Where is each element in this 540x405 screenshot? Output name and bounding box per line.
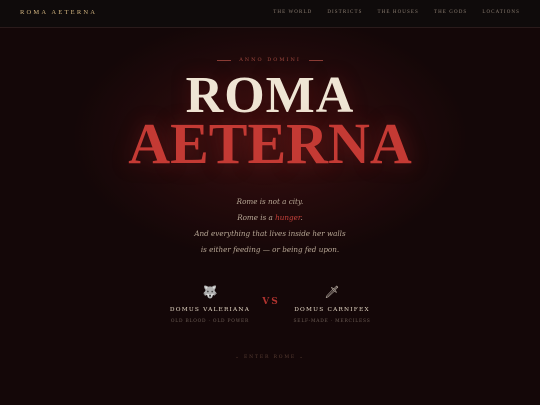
nav-link-districts[interactable]: DISTRICTS (327, 10, 362, 15)
hero-title-line-2: AETERNA (128, 111, 412, 176)
house-name-valeriana: DOMUS VALERIANA (169, 307, 251, 313)
hero-eyebrow: ANNO DOMINI (0, 57, 540, 63)
house-tagline-carnifex: SELF-MADE · MERCILESS (293, 319, 371, 324)
intro-poem: Rome is not a city. Rome is a hunger. An… (0, 194, 540, 258)
poem-line-1: Rome is not a city. (236, 197, 304, 206)
house-card-carnifex[interactable]: 🗡 DOMUS CARNIFEX SELF-MADE · MERCILESS (272, 285, 392, 324)
top-navigation-bar: ROMA AETERNA THE WORLD DISTRICTS THE HOU… (0, 0, 540, 28)
eyebrow-text: ANNO DOMINI (239, 57, 301, 63)
house-tagline-valeriana: OLD BLOOD · OLD POWER (170, 319, 250, 324)
poem-line-3: And everything that lives inside her wal… (194, 229, 346, 238)
eyebrow-divider-right (308, 59, 323, 61)
main-nav: THE WORLD DISTRICTS THE HOUSES THE GODS … (273, 10, 520, 15)
enter-rome-button[interactable]: ⌄ ENTER ROME ⌄ (0, 355, 540, 360)
dagger-icon: 🗡 (324, 285, 340, 299)
poem-line-2-suffix: . (300, 213, 303, 222)
nav-link-the-houses[interactable]: THE HOUSES (378, 10, 419, 15)
site-logo[interactable]: ROMA AETERNA (20, 9, 97, 16)
wolf-icon: 🐺 (202, 285, 218, 299)
poem-emphasis-hunger: hunger (275, 213, 301, 222)
house-card-valeriana[interactable]: 🐺 DOMUS VALERIANA OLD BLOOD · OLD POWER (150, 285, 270, 324)
nav-link-the-world[interactable]: THE WORLD (273, 10, 312, 15)
nav-link-locations[interactable]: LOCATIONS (482, 10, 520, 15)
poem-line-2: Rome is a hunger. (0, 210, 540, 226)
poem-line-2-prefix: Rome is a (237, 213, 276, 222)
nav-link-the-gods[interactable]: THE GODS (434, 10, 467, 15)
house-name-carnifex: DOMUS CARNIFEX (294, 307, 370, 313)
eyebrow-divider-left (217, 59, 232, 61)
poem-line-4: is either feeding — or being fed upon. (200, 245, 340, 254)
